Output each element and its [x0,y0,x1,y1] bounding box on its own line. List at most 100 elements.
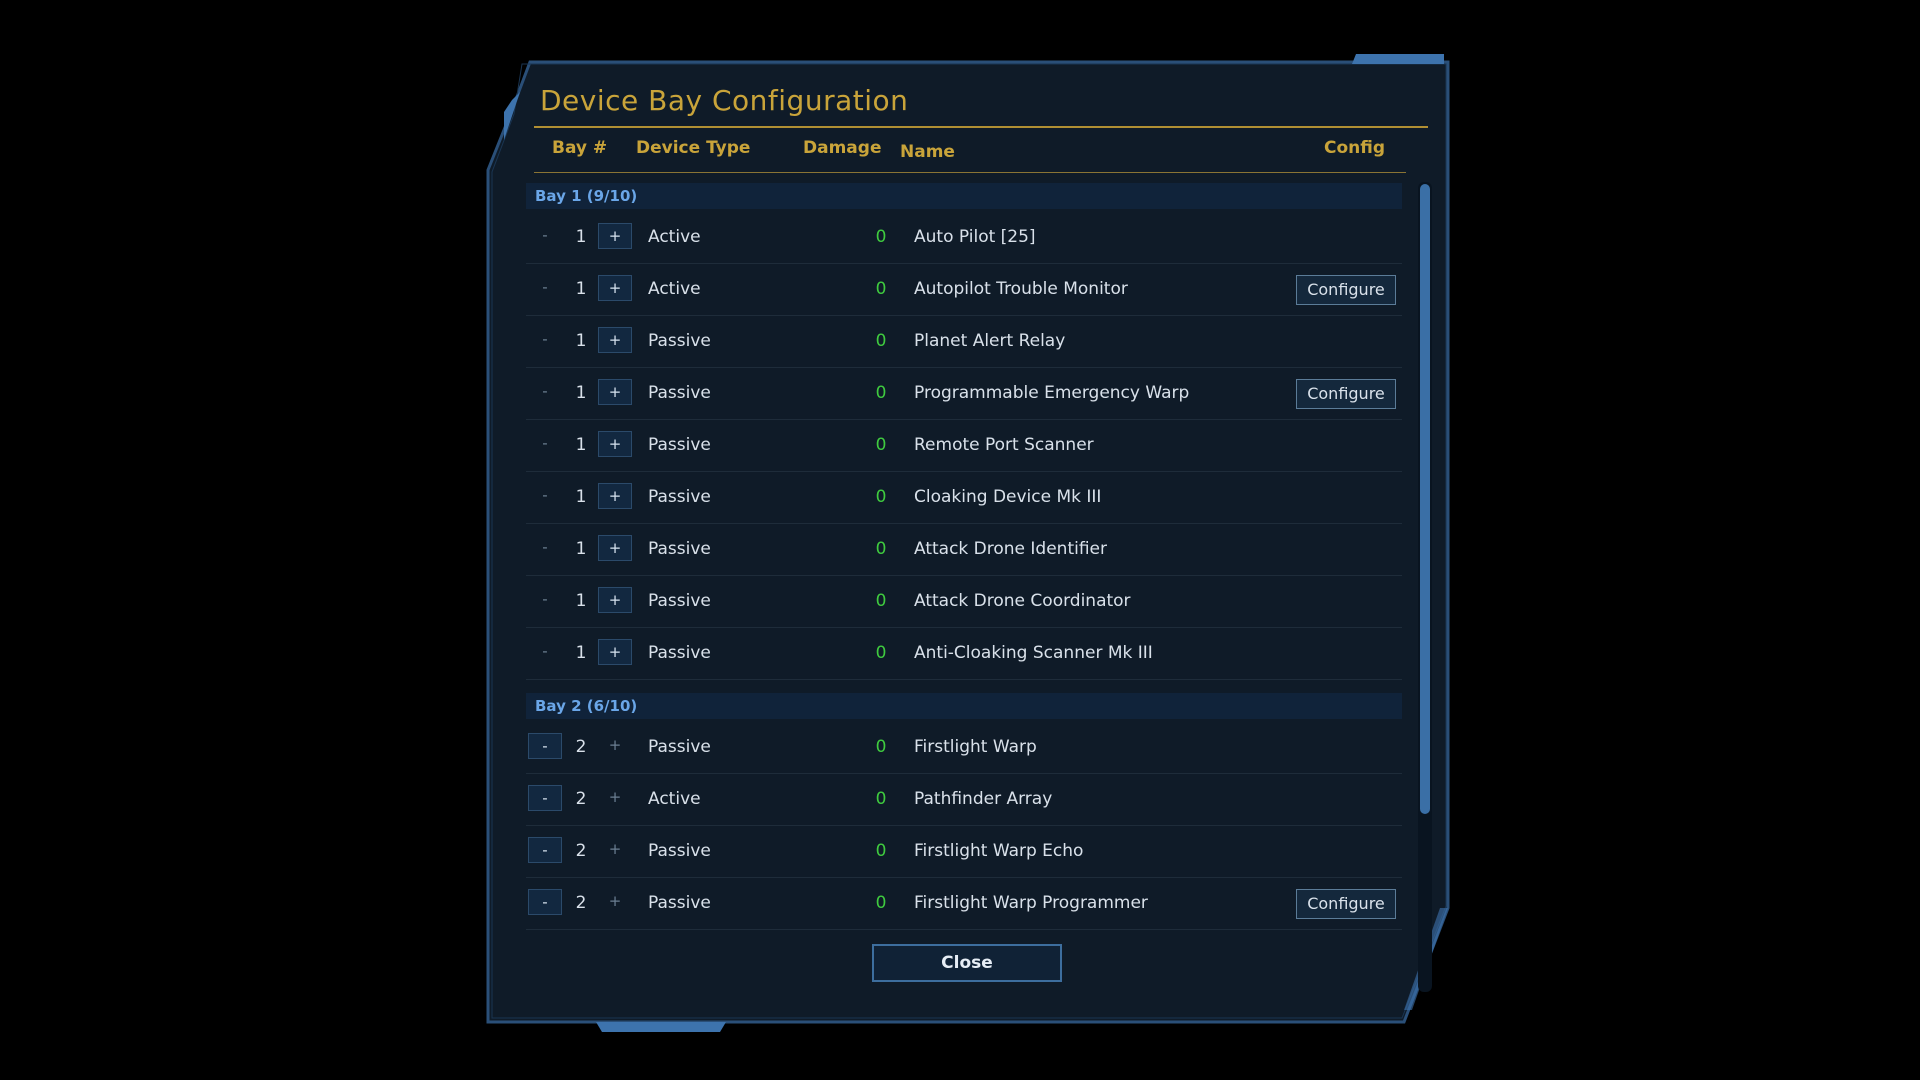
bay-number: 1 [575,227,587,247]
device-name: Planet Alert Relay [914,331,1066,351]
scrollbar-thumb[interactable] [1420,184,1430,814]
decrease-bay-button[interactable]: - [528,431,562,457]
damage-value: 0 [875,383,887,403]
device-row: -1 + Passive 0 Programmable Emergency Warp Co… [526,367,1402,420]
bay-number: 1 [575,487,587,507]
increase-bay-button[interactable]: + [598,223,632,249]
device-type: Passive [648,841,711,861]
device-name: Attack Drone Identifier [914,539,1108,559]
damage-value: 0 [875,331,887,351]
device-type: Passive [648,737,711,757]
device-name: Cloaking Device Mk III [914,487,1102,507]
increase-bay-button[interactable]: + [598,587,632,613]
device-name: Anti-Cloaking Scanner Mk III [914,643,1153,663]
decrease-bay-button[interactable]: - [528,587,562,613]
bay-number: 2 [575,789,587,809]
column-header-config: Config [1324,138,1386,158]
increase-bay-button[interactable]: + [598,639,632,665]
device-type: Active [648,227,701,247]
increase-bay-button[interactable]: + [598,889,632,915]
close-button[interactable]: Close [872,944,1062,982]
increase-bay-button[interactable]: + [598,327,632,353]
increase-bay-button[interactable]: + [598,785,632,811]
increase-bay-button[interactable]: + [598,275,632,301]
device-type: Passive [648,487,711,507]
device-row: -2 + Passive 0 Firstlight Warp Programmer Con… [526,877,1402,930]
damage-value: 0 [875,893,887,913]
device-type: Passive [648,383,711,403]
decrease-bay-button[interactable]: - [528,785,562,811]
device-name: Pathfinder Array [914,789,1053,809]
damage-value: 0 [875,789,887,809]
device-name: Firstlight Warp [914,737,1037,757]
device-type: Passive [648,331,711,351]
device-name: Auto Pilot [25] [914,227,1036,247]
column-header-damage: Damage [803,138,882,158]
increase-bay-button[interactable]: + [598,535,632,561]
device-row: -1 + Active 0 Autopilot Trouble Monitor Confi… [526,263,1402,316]
decrease-bay-button[interactable]: - [528,483,562,509]
device-row: -2 + Passive 0 Firstlight Warp Echo [526,825,1402,878]
decrease-bay-button[interactable]: - [528,837,562,863]
increase-bay-button[interactable]: + [598,733,632,759]
column-header-bay: Bay # [552,138,608,158]
decrease-bay-button[interactable]: - [528,379,562,405]
decrease-bay-button[interactable]: - [528,535,562,561]
configure-button[interactable]: Configure [1296,275,1396,305]
bay-header: Bay 2 (6/10) [526,693,1402,719]
device-row: -1 + Passive 0 Planet Alert Relay [526,315,1402,368]
device-type: Passive [648,591,711,611]
decrease-bay-button[interactable]: - [528,275,562,301]
device-name: Firstlight Warp Echo [914,841,1084,861]
device-list[interactable]: Bay 1 (9/10) -1 + Active 0 Auto Pilot [25] -1 +… [526,183,1402,988]
damage-value: 0 [875,737,887,757]
device-name: Programmable Emergency Warp [914,383,1190,403]
device-name: Autopilot Trouble Monitor [914,279,1128,299]
damage-value: 0 [875,539,887,559]
dialog-title: Device Bay Configuration [540,84,909,117]
bay-header: Bay 1 (9/10) [526,183,1402,209]
device-name: Attack Drone Coordinator [914,591,1131,611]
decrease-bay-button[interactable]: - [528,223,562,249]
bay-number: 1 [575,539,587,559]
device-type: Active [648,279,701,299]
device-row: -1 + Passive 0 Remote Port Scanner [526,419,1402,472]
device-type: Passive [648,435,711,455]
bay-number: 1 [575,643,587,663]
device-row: -1 + Passive 0 Attack Drone Coordinator [526,575,1402,628]
damage-value: 0 [875,279,887,299]
device-type: Active [648,789,701,809]
bay-number: 2 [575,841,587,861]
decrease-bay-button[interactable]: - [528,327,562,353]
decrease-bay-button[interactable]: - [528,639,562,665]
device-row: -1 + Passive 0 Attack Drone Identifier [526,523,1402,576]
increase-bay-button[interactable]: + [598,483,632,509]
increase-bay-button[interactable]: + [598,379,632,405]
device-row: -1 + Passive 0 Cloaking Device Mk III [526,471,1402,524]
configure-button[interactable]: Configure [1296,889,1396,919]
column-header-device-type: Device Type [636,138,751,158]
damage-value: 0 [875,643,887,663]
bay-number: 1 [575,435,587,455]
decrease-bay-button[interactable]: - [528,889,562,915]
bay-number: 2 [575,893,587,913]
bay-number: 1 [575,383,587,403]
increase-bay-button[interactable]: + [598,431,632,457]
device-name: Remote Port Scanner [914,435,1094,455]
device-type: Passive [648,539,711,559]
column-header-name: Name [900,142,955,162]
bay-number: 1 [575,331,587,351]
title-divider [534,126,1428,128]
damage-value: 0 [875,435,887,455]
increase-bay-button[interactable]: + [598,837,632,863]
decrease-bay-button[interactable]: - [528,733,562,759]
device-type: Passive [648,893,711,913]
configure-button[interactable]: Configure [1296,379,1396,409]
device-row: -2 + Passive 0 Firstlight Warp [526,721,1402,774]
damage-value: 0 [875,591,887,611]
device-type: Passive [648,643,711,663]
device-bay-dialog: Device Bay Configuration Bay # Device Ty… [488,62,1448,1022]
damage-value: 0 [875,841,887,861]
device-row: -1 + Active 0 Auto Pilot [25] [526,211,1402,264]
bay-number: 1 [575,279,587,299]
